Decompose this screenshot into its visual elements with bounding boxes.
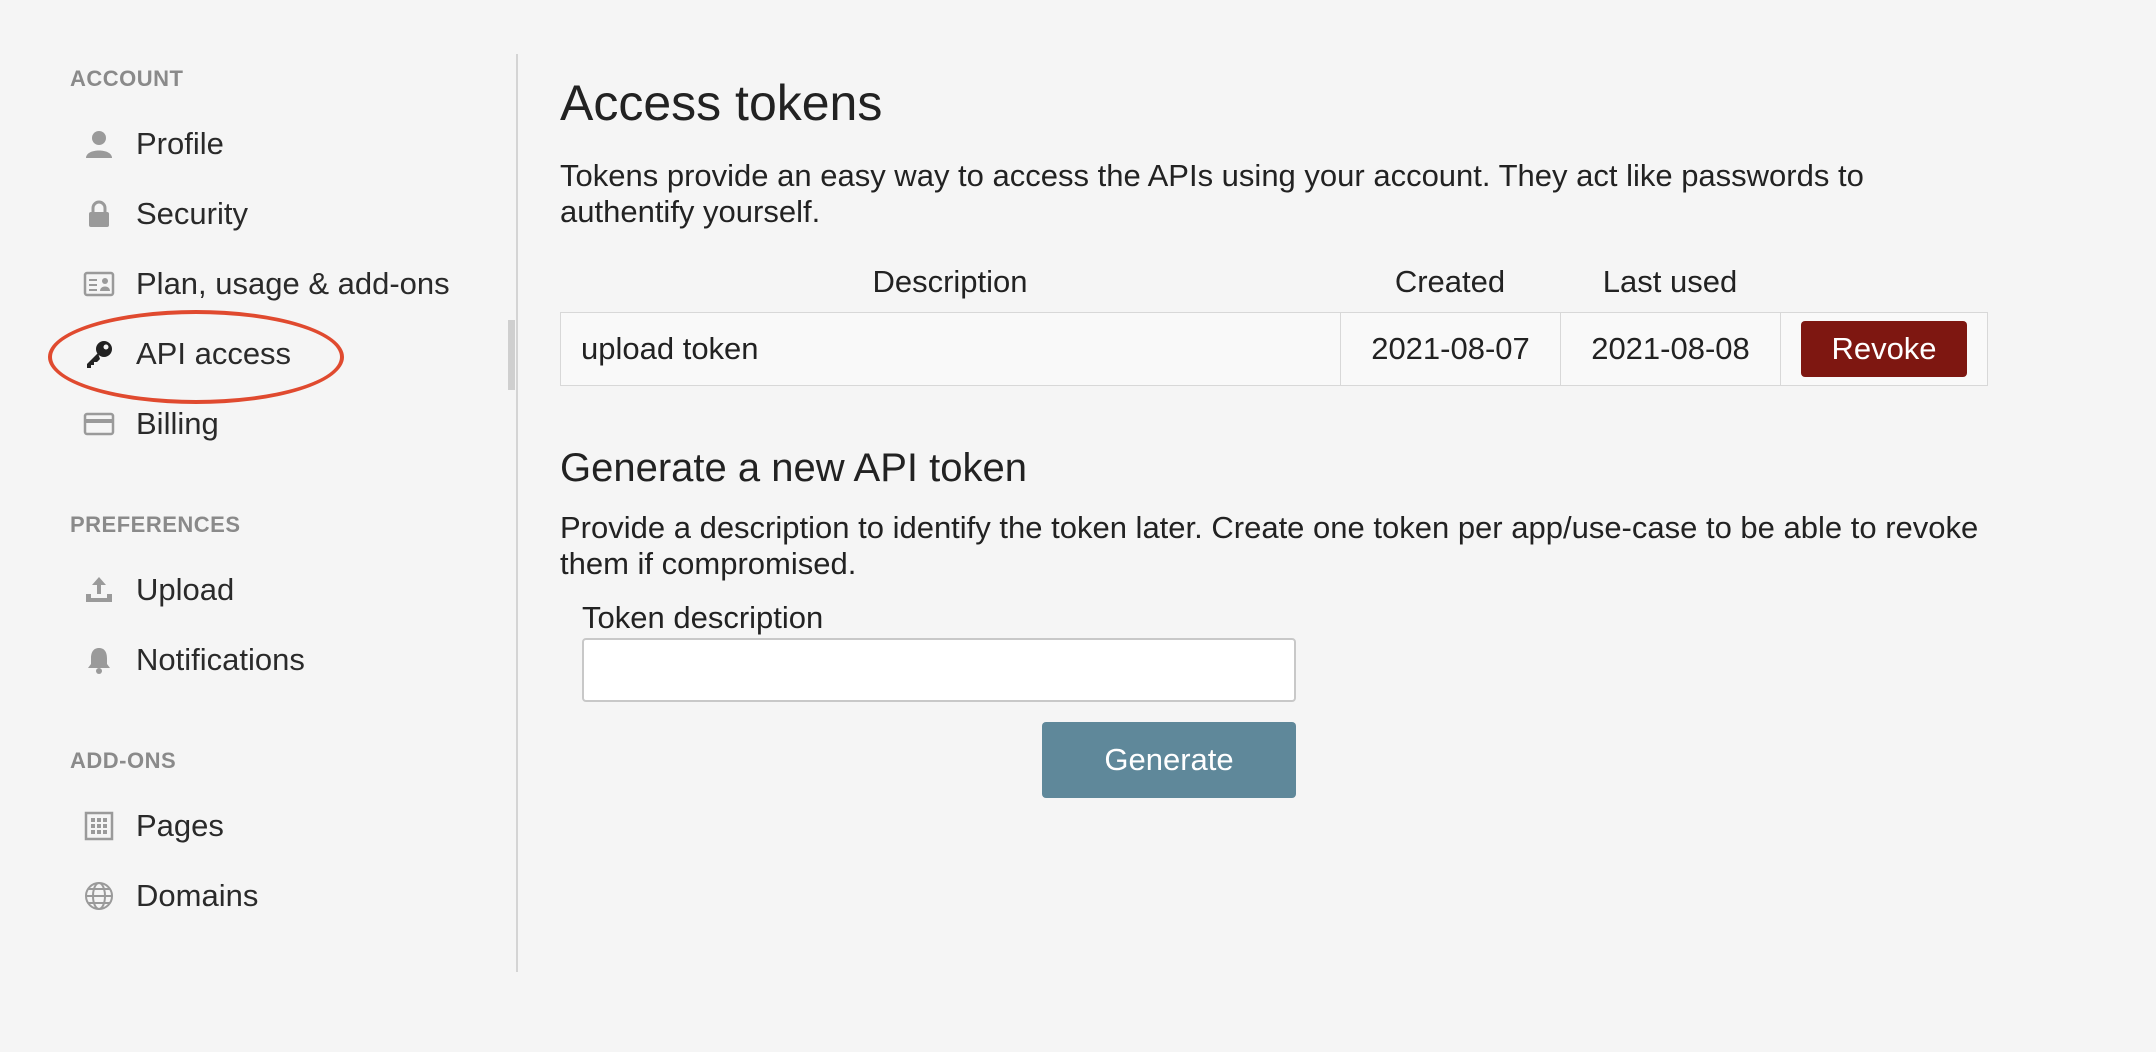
sidebar-item-label: Domains [136, 878, 259, 913]
token-last-used-cell: 2021-08-08 [1561, 313, 1781, 385]
sidebar-item-label: Upload [136, 572, 235, 607]
grid-icon [80, 807, 118, 845]
column-header-created: Created [1394, 264, 1506, 299]
credit-card-icon [80, 405, 118, 443]
token-description-label: Token description [582, 600, 824, 635]
column-header-description: Description [872, 264, 1028, 299]
sidebar-item-plan[interactable]: Plan, usage & add-ons [80, 256, 500, 312]
sidebar-item-label: Billing [136, 406, 219, 441]
bell-icon [80, 641, 118, 679]
key-icon [80, 335, 118, 373]
sidebar-item-label: Profile [136, 126, 224, 161]
sidebar-item-api-access[interactable]: API access [80, 326, 500, 382]
table-row: upload token 2021-08-07 2021-08-08 Revok… [560, 312, 1988, 386]
sidebar-item-label: Plan, usage & add-ons [136, 266, 450, 301]
sidebar-item-security[interactable]: Security [80, 186, 500, 242]
upload-icon [80, 571, 118, 609]
token-action-cell: Revoke [1781, 313, 1987, 385]
user-icon [80, 125, 118, 163]
generate-intro-text: Provide a description to identify the to… [560, 510, 1979, 581]
sidebar-item-domains[interactable]: Domains [80, 868, 500, 924]
sidebar-item-notifications[interactable]: Notifications [80, 632, 500, 688]
globe-icon [80, 877, 118, 915]
section-title-preferences: PREFERENCES [70, 512, 241, 537]
sidebar-item-profile[interactable]: Profile [80, 116, 500, 172]
generate-heading: Generate a new API token [560, 446, 1027, 490]
intro-text: Tokens provide an easy way to access the… [560, 158, 1864, 229]
section-title-account: ACCOUNT [70, 66, 184, 91]
sidebar-item-upload[interactable]: Upload [80, 562, 500, 618]
lock-icon [80, 195, 118, 233]
token-description-cell: upload token [561, 313, 1341, 385]
generate-button[interactable]: Generate [1042, 722, 1296, 798]
sidebar-item-label: Pages [136, 808, 224, 843]
revoke-button[interactable]: Revoke [1801, 321, 1967, 377]
token-description-input[interactable] [582, 638, 1296, 702]
sidebar-item-pages[interactable]: Pages [80, 798, 500, 854]
sidebar-item-billing[interactable]: Billing [80, 396, 500, 452]
sidebar-item-label: API access [136, 336, 292, 371]
id-card-icon [80, 265, 118, 303]
token-created-cell: 2021-08-07 [1341, 313, 1561, 385]
column-header-last-used: Last used [1602, 264, 1738, 299]
active-indicator [508, 320, 515, 390]
tokens-table-header: Description Created Last used [560, 264, 1990, 308]
page-title: Access tokens [560, 75, 883, 131]
section-title-addons: ADD-ONS [70, 748, 177, 773]
sidebar-item-label: Notifications [136, 642, 305, 677]
sidebar-item-label: Security [136, 196, 248, 231]
